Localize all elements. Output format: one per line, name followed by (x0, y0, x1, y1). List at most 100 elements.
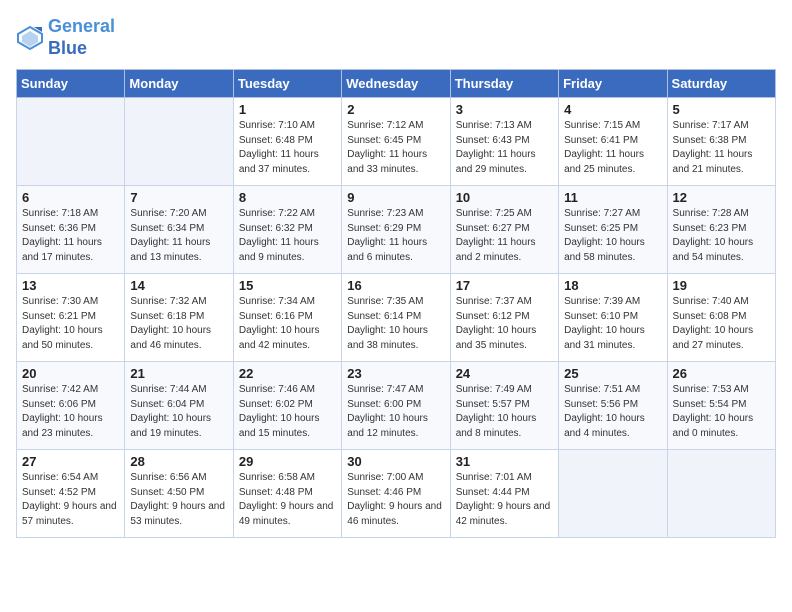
cell-content: Sunrise: 7:25 AM Sunset: 6:27 PM Dayligh… (456, 207, 553, 265)
day-number: 17 (456, 278, 553, 293)
cell-content: Sunrise: 7:39 AM Sunset: 6:10 PM Dayligh… (564, 295, 661, 353)
cell-content: Sunrise: 7:49 AM Sunset: 5:57 PM Dayligh… (456, 383, 553, 441)
calendar-cell: 9 Sunrise: 7:23 AM Sunset: 6:29 PM Daylig… (342, 186, 450, 274)
calendar-cell: 25 Sunrise: 7:51 AM Sunset: 5:56 PM Dayli… (559, 362, 667, 450)
day-number: 13 (22, 278, 119, 293)
calendar-cell: 14 Sunrise: 7:32 AM Sunset: 6:18 PM Dayli… (125, 274, 233, 362)
calendar-cell: 24Sunrise: 7:49 AM Sunset: 5:57 PM Dayli… (450, 362, 558, 450)
cell-content: Sunrise: 7:22 AM Sunset: 6:32 PM Dayligh… (239, 207, 336, 265)
day-number: 31 (456, 454, 553, 469)
cell-content: Sunrise: 7:10 AM Sunset: 6:48 PM Dayligh… (239, 119, 336, 177)
cell-content: Sunrise: 7:53 AM Sunset: 5:54 PM Dayligh… (673, 383, 770, 441)
cell-content: Sunrise: 7:01 AM Sunset: 4:44 PM Dayligh… (456, 471, 553, 529)
day-number: 8 (239, 190, 336, 205)
cell-content: Sunrise: 6:56 AM Sunset: 4:50 PM Dayligh… (130, 471, 227, 529)
day-of-week-saturday: Saturday (667, 70, 775, 98)
day-number: 3 (456, 102, 553, 117)
day-number: 25 (564, 366, 661, 381)
calendar-cell: 20Sunrise: 7:42 AM Sunset: 6:06 PM Dayli… (17, 362, 125, 450)
calendar-week-2: 6Sunrise: 7:18 AM Sunset: 6:36 PM Daylig… (17, 186, 776, 274)
calendar-cell: 13Sunrise: 7:30 AM Sunset: 6:21 PM Dayli… (17, 274, 125, 362)
cell-content: Sunrise: 7:15 AM Sunset: 6:41 PM Dayligh… (564, 119, 661, 177)
cell-content: Sunrise: 7:47 AM Sunset: 6:00 PM Dayligh… (347, 383, 444, 441)
cell-content: Sunrise: 7:00 AM Sunset: 4:46 PM Dayligh… (347, 471, 444, 529)
day-number: 16 (347, 278, 444, 293)
calendar-cell (559, 450, 667, 538)
cell-content: Sunrise: 6:54 AM Sunset: 4:52 PM Dayligh… (22, 471, 119, 529)
page-header: GeneralBlue (16, 16, 776, 59)
cell-content: Sunrise: 7:13 AM Sunset: 6:43 PM Dayligh… (456, 119, 553, 177)
cell-content: Sunrise: 7:32 AM Sunset: 6:18 PM Dayligh… (130, 295, 227, 353)
calendar-cell: 17 Sunrise: 7:37 AM Sunset: 6:12 PM Dayli… (450, 274, 558, 362)
calendar-cell: 8 Sunrise: 7:22 AM Sunset: 6:32 PM Daylig… (233, 186, 341, 274)
cell-content: Sunrise: 7:18 AM Sunset: 6:36 PM Dayligh… (22, 207, 119, 265)
logo-text: GeneralBlue (48, 16, 115, 59)
cell-content: Sunrise: 7:12 AM Sunset: 6:45 PM Dayligh… (347, 119, 444, 177)
day-number: 21 (130, 366, 227, 381)
calendar-cell: 26 Sunrise: 7:53 AM Sunset: 5:54 PM Dayli… (667, 362, 775, 450)
calendar-cell: 23 Sunrise: 7:47 AM Sunset: 6:00 PM Dayli… (342, 362, 450, 450)
calendar-cell: 31 Sunrise: 7:01 AM Sunset: 4:44 PM Dayli… (450, 450, 558, 538)
day-number: 26 (673, 366, 770, 381)
calendar-body: 1 Sunrise: 7:10 AM Sunset: 6:48 PM Daylig… (17, 98, 776, 538)
calendar-cell: 19Sunrise: 7:40 AM Sunset: 6:08 PM Dayli… (667, 274, 775, 362)
cell-content: Sunrise: 7:51 AM Sunset: 5:56 PM Dayligh… (564, 383, 661, 441)
cell-content: Sunrise: 7:46 AM Sunset: 6:02 PM Dayligh… (239, 383, 336, 441)
calendar-cell (125, 98, 233, 186)
calendar-cell: 12 Sunrise: 7:28 AM Sunset: 6:23 PM Dayli… (667, 186, 775, 274)
calendar-cell: 6Sunrise: 7:18 AM Sunset: 6:36 PM Daylig… (17, 186, 125, 274)
logo: GeneralBlue (16, 16, 115, 59)
calendar-cell: 2 Sunrise: 7:12 AM Sunset: 6:45 PM Daylig… (342, 98, 450, 186)
day-of-week-tuesday: Tuesday (233, 70, 341, 98)
calendar-cell: 11 Sunrise: 7:27 AM Sunset: 6:25 PM Dayli… (559, 186, 667, 274)
days-of-week-header: SundayMondayTuesdayWednesdayThursdayFrid… (17, 70, 776, 98)
cell-content: Sunrise: 7:28 AM Sunset: 6:23 PM Dayligh… (673, 207, 770, 265)
calendar-week-3: 13Sunrise: 7:30 AM Sunset: 6:21 PM Dayli… (17, 274, 776, 362)
cell-content: Sunrise: 7:34 AM Sunset: 6:16 PM Dayligh… (239, 295, 336, 353)
day-number: 23 (347, 366, 444, 381)
cell-content: Sunrise: 7:42 AM Sunset: 6:06 PM Dayligh… (22, 383, 119, 441)
calendar-week-1: 1 Sunrise: 7:10 AM Sunset: 6:48 PM Daylig… (17, 98, 776, 186)
day-number: 5 (673, 102, 770, 117)
day-number: 28 (130, 454, 227, 469)
cell-content: Sunrise: 7:44 AM Sunset: 6:04 PM Dayligh… (130, 383, 227, 441)
calendar-cell (17, 98, 125, 186)
day-number: 22 (239, 366, 336, 381)
day-number: 2 (347, 102, 444, 117)
day-of-week-sunday: Sunday (17, 70, 125, 98)
day-number: 12 (673, 190, 770, 205)
calendar-cell: 27 Sunrise: 6:54 AM Sunset: 4:52 PM Dayli… (17, 450, 125, 538)
day-of-week-friday: Friday (559, 70, 667, 98)
day-of-week-wednesday: Wednesday (342, 70, 450, 98)
calendar-cell: 5 Sunrise: 7:17 AM Sunset: 6:38 PM Daylig… (667, 98, 775, 186)
cell-content: Sunrise: 7:37 AM Sunset: 6:12 PM Dayligh… (456, 295, 553, 353)
calendar-cell: 28 Sunrise: 6:56 AM Sunset: 4:50 PM Dayli… (125, 450, 233, 538)
day-of-week-thursday: Thursday (450, 70, 558, 98)
calendar-cell (667, 450, 775, 538)
cell-content: Sunrise: 7:17 AM Sunset: 6:38 PM Dayligh… (673, 119, 770, 177)
day-number: 30 (347, 454, 444, 469)
calendar-cell: 1 Sunrise: 7:10 AM Sunset: 6:48 PM Daylig… (233, 98, 341, 186)
day-number: 9 (347, 190, 444, 205)
calendar-week-4: 20Sunrise: 7:42 AM Sunset: 6:06 PM Dayli… (17, 362, 776, 450)
day-number: 1 (239, 102, 336, 117)
cell-content: Sunrise: 7:20 AM Sunset: 6:34 PM Dayligh… (130, 207, 227, 265)
calendar-cell: 4Sunrise: 7:15 AM Sunset: 6:41 PM Daylig… (559, 98, 667, 186)
calendar-cell: 21 Sunrise: 7:44 AM Sunset: 6:04 PM Dayli… (125, 362, 233, 450)
calendar-cell: 3 Sunrise: 7:13 AM Sunset: 6:43 PM Daylig… (450, 98, 558, 186)
cell-content: Sunrise: 7:23 AM Sunset: 6:29 PM Dayligh… (347, 207, 444, 265)
day-number: 14 (130, 278, 227, 293)
calendar-cell: 16 Sunrise: 7:35 AM Sunset: 6:14 PM Dayli… (342, 274, 450, 362)
calendar-cell: 22 Sunrise: 7:46 AM Sunset: 6:02 PM Dayli… (233, 362, 341, 450)
cell-content: Sunrise: 7:35 AM Sunset: 6:14 PM Dayligh… (347, 295, 444, 353)
day-number: 27 (22, 454, 119, 469)
day-number: 10 (456, 190, 553, 205)
cell-content: Sunrise: 7:40 AM Sunset: 6:08 PM Dayligh… (673, 295, 770, 353)
day-number: 11 (564, 190, 661, 205)
day-number: 18 (564, 278, 661, 293)
calendar-cell: 30 Sunrise: 7:00 AM Sunset: 4:46 PM Dayli… (342, 450, 450, 538)
cell-content: Sunrise: 7:27 AM Sunset: 6:25 PM Dayligh… (564, 207, 661, 265)
calendar-cell: 10 Sunrise: 7:25 AM Sunset: 6:27 PM Dayli… (450, 186, 558, 274)
cell-content: Sunrise: 6:58 AM Sunset: 4:48 PM Dayligh… (239, 471, 336, 529)
calendar-cell: 29Sunrise: 6:58 AM Sunset: 4:48 PM Dayli… (233, 450, 341, 538)
